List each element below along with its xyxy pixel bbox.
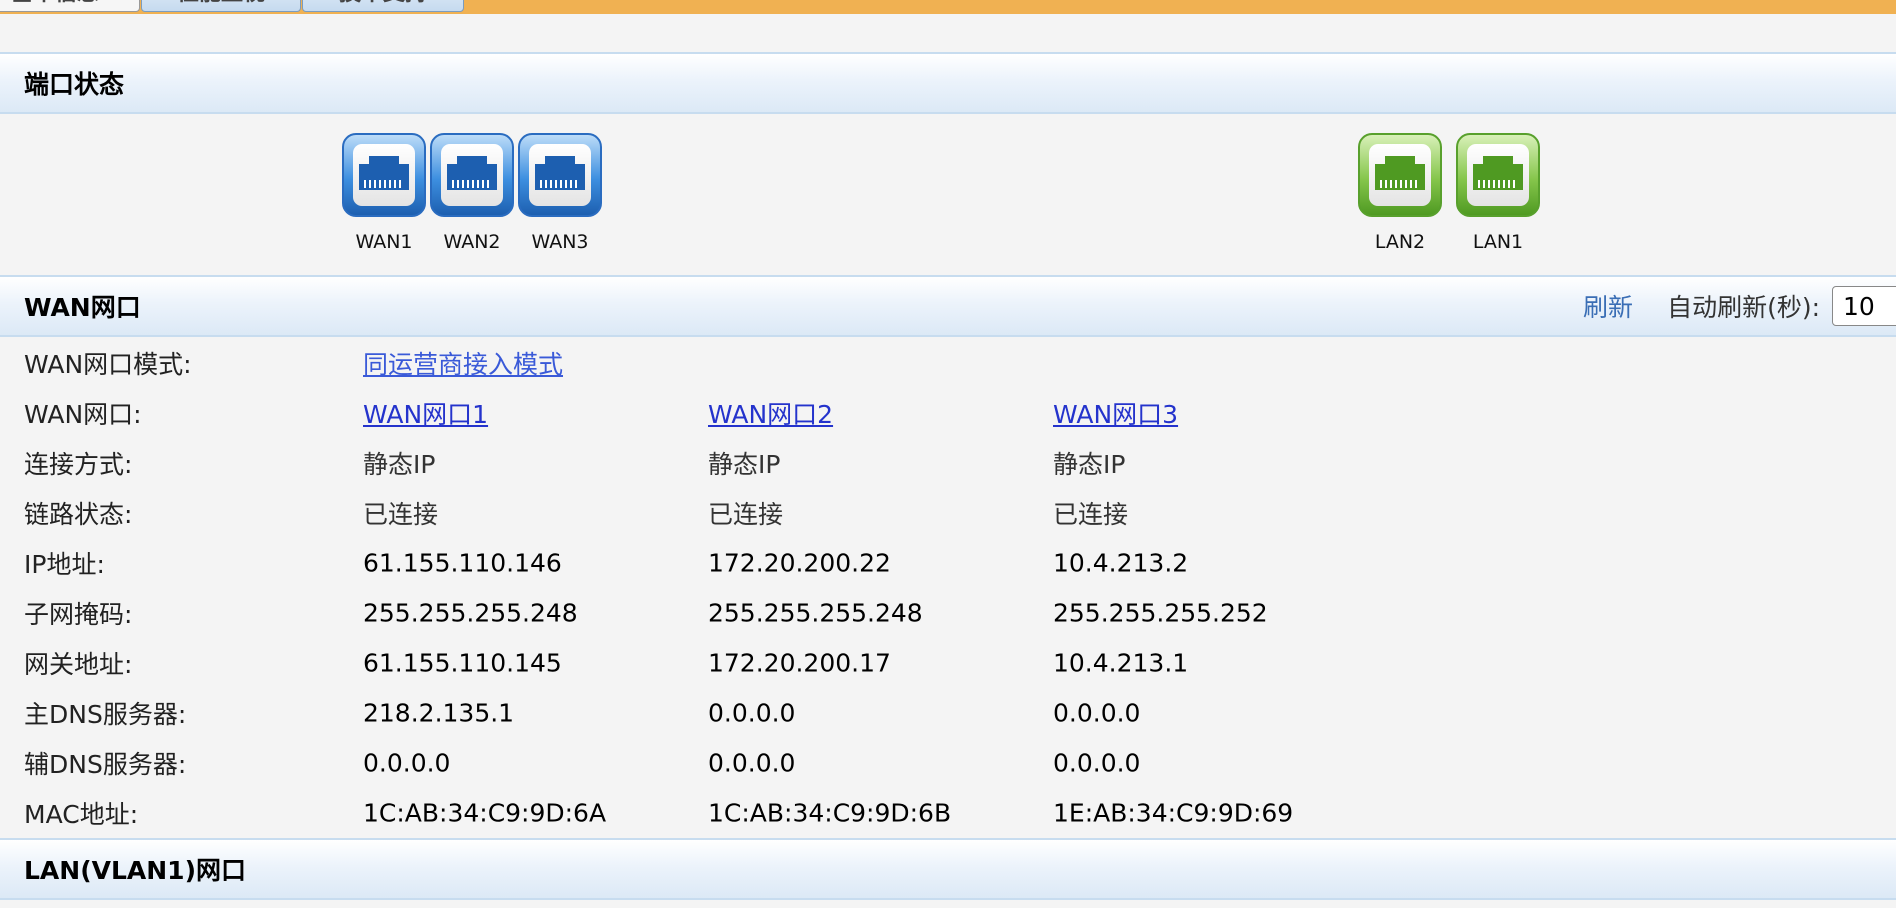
wan-mode-row: WAN网口模式: 同运营商接入模式	[0, 338, 1896, 388]
port-label: LAN2	[1374, 231, 1426, 253]
wan-port-link-1[interactable]: WAN网口1	[363, 395, 488, 431]
row-value: 218.2.135.1	[363, 698, 515, 728]
row-value: 静态IP	[363, 450, 436, 479]
tab-performance[interactable]: 性能监视	[141, 0, 301, 12]
row-value: 61.155.110.145	[363, 648, 562, 678]
row-value: 0.0.0.0	[708, 748, 796, 778]
row-value: 0.0.0.0	[708, 698, 796, 728]
row-label: 辅DNS服务器:	[24, 750, 187, 779]
row-value: 255.255.255.248	[708, 598, 923, 628]
table-row: MAC地址: 1C:AB:34:C9:9D:6A 1C:AB:34:C9:9D:…	[0, 788, 1896, 838]
port-wan3[interactable]: WAN3	[518, 133, 602, 253]
table-row: 连接方式: 静态IP 静态IP 静态IP	[0, 438, 1896, 488]
ethernet-port-blue-icon	[430, 133, 514, 217]
row-value: 172.20.200.22	[708, 548, 891, 578]
row-label: MAC地址:	[24, 800, 139, 829]
lan-title: LAN(VLAN1)网口	[24, 856, 246, 885]
port-status-header: 端口状态	[0, 52, 1896, 114]
port-label: WAN3	[531, 231, 589, 253]
row-label: 连接方式:	[24, 450, 133, 479]
wan-mode-link[interactable]: 同运营商接入模式	[363, 345, 563, 381]
tab-basic-info[interactable]: 基本信息	[0, 0, 140, 12]
wan-port-link-2[interactable]: WAN网口2	[708, 395, 833, 431]
row-value: 已连接	[1053, 500, 1129, 529]
wan-port-row: WAN网口: WAN网口1 WAN网口2 WAN网口3	[0, 388, 1896, 438]
port-label: LAN1	[1472, 231, 1524, 253]
port-label: WAN1	[355, 231, 413, 253]
row-value: 1C:AB:34:C9:9D:6B	[708, 798, 952, 828]
port-lan2[interactable]: LAN2	[1358, 133, 1442, 253]
port-wan2[interactable]: WAN2	[430, 133, 514, 253]
wan-port-label: WAN网口:	[24, 400, 142, 429]
ethernet-port-blue-icon	[342, 133, 426, 217]
auto-refresh-input[interactable]	[1832, 286, 1896, 326]
port-status-title: 端口状态	[24, 70, 125, 99]
row-label: 主DNS服务器:	[24, 700, 187, 729]
ethernet-port-blue-icon	[518, 133, 602, 217]
top-tab-bar: 基本信息 性能监视 技术支持	[0, 0, 1896, 14]
row-value: 255.255.255.248	[363, 598, 578, 628]
table-row: 主DNS服务器: 218.2.135.1 0.0.0.0 0.0.0.0	[0, 688, 1896, 738]
row-label: 网关地址:	[24, 650, 133, 679]
table-row: IP地址: 61.155.110.146 172.20.200.22 10.4.…	[0, 538, 1896, 588]
row-value: 1E:AB:34:C9:9D:69	[1053, 798, 1294, 828]
port-wan1[interactable]: WAN1	[342, 133, 426, 253]
table-row: 链路状态: 已连接 已连接 已连接	[0, 488, 1896, 538]
row-value: 0.0.0.0	[363, 748, 451, 778]
port-lan1[interactable]: LAN1	[1456, 133, 1540, 253]
wan-title: WAN网口	[24, 293, 141, 322]
row-value: 10.4.213.2	[1053, 548, 1189, 578]
lan-header: LAN(VLAN1)网口	[0, 838, 1896, 900]
table-row: 子网掩码: 255.255.255.248 255.255.255.248 25…	[0, 588, 1896, 638]
table-row: 辅DNS服务器: 0.0.0.0 0.0.0.0 0.0.0.0	[0, 738, 1896, 788]
row-value: 10.4.213.1	[1053, 648, 1189, 678]
tab-support[interactable]: 技术支持	[302, 0, 464, 12]
row-value: 静态IP	[708, 450, 781, 479]
refresh-link[interactable]: 刷新	[1583, 288, 1633, 324]
port-label: WAN2	[443, 231, 501, 253]
row-value: 1C:AB:34:C9:9D:6A	[363, 798, 607, 828]
auto-refresh-label: 自动刷新(秒):	[1667, 293, 1820, 322]
table-row: 网关地址: 61.155.110.145 172.20.200.17 10.4.…	[0, 638, 1896, 688]
row-value: 172.20.200.17	[708, 648, 891, 678]
row-value: 0.0.0.0	[1053, 698, 1141, 728]
row-label: 链路状态:	[24, 500, 133, 529]
wan-mode-label: WAN网口模式:	[24, 350, 192, 379]
row-label: IP地址:	[24, 550, 105, 579]
row-value: 61.155.110.146	[363, 548, 562, 578]
row-value: 已连接	[363, 500, 439, 529]
wan-header: WAN网口 刷新 自动刷新(秒):	[0, 275, 1896, 337]
ethernet-port-green-icon	[1358, 133, 1442, 217]
row-value: 255.255.255.252	[1053, 598, 1268, 628]
row-value: 0.0.0.0	[1053, 748, 1141, 778]
row-value: 静态IP	[1053, 450, 1126, 479]
ethernet-port-green-icon	[1456, 133, 1540, 217]
row-label: 子网掩码:	[24, 600, 133, 629]
wan-port-link-3[interactable]: WAN网口3	[1053, 395, 1178, 431]
row-value: 已连接	[708, 500, 784, 529]
